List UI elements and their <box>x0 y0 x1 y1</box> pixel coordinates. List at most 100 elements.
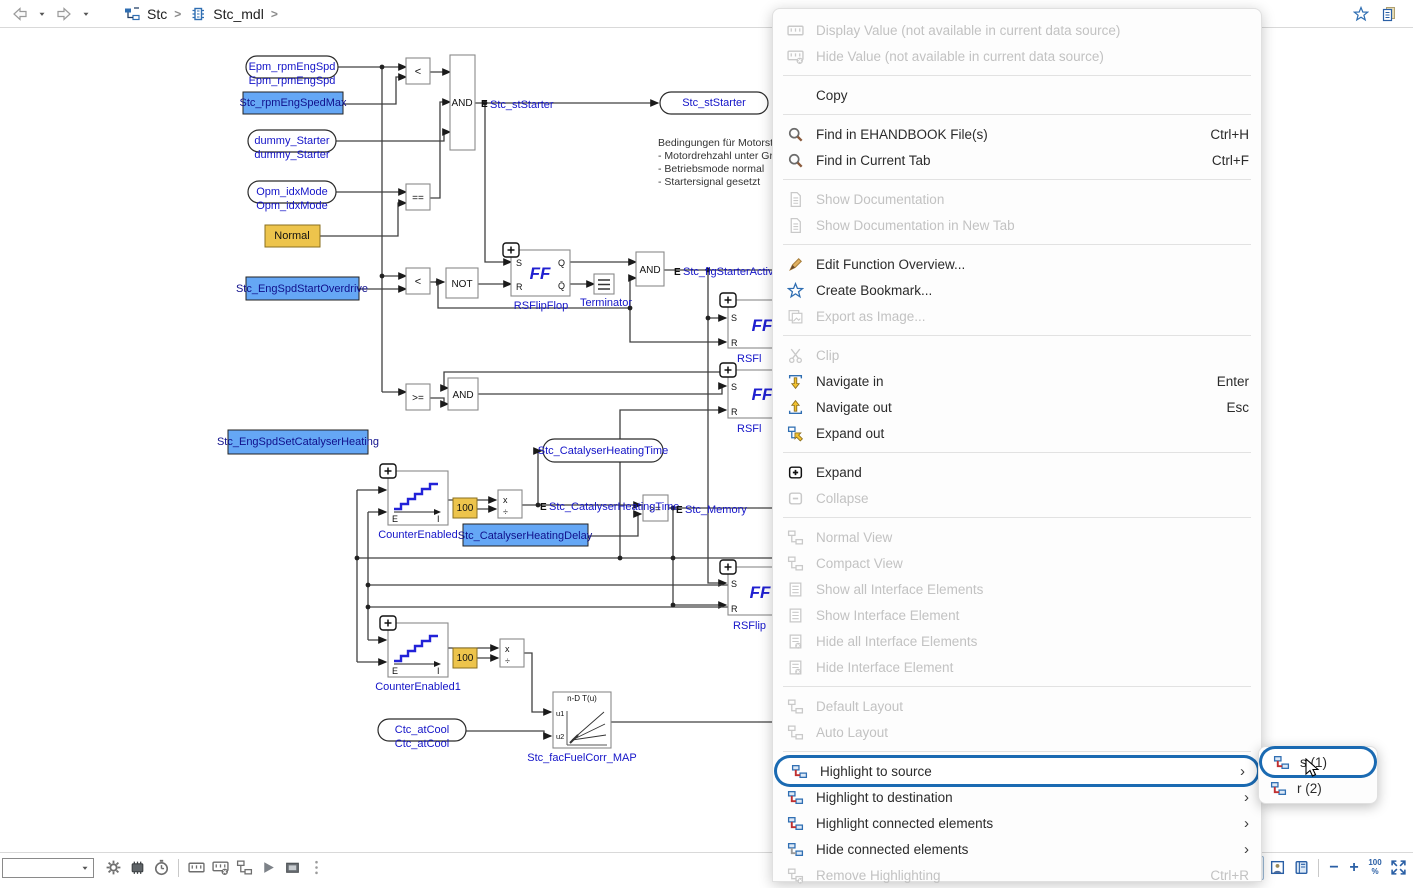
menu-item-edit-function-overview[interactable]: Edit Function Overview... <box>773 251 1261 277</box>
breadcrumb-item-stc[interactable]: Stc <box>147 6 167 22</box>
menu-item-highlight-to-source[interactable]: Highlight to source › <box>777 758 1257 784</box>
back-icon[interactable] <box>10 4 30 24</box>
menu-item-expand[interactable]: Expand <box>773 459 1261 485</box>
menu-item-hide-connected-elements[interactable]: Hide connected elements › <box>773 836 1261 862</box>
logic-and-1[interactable]: AND <box>450 55 475 150</box>
interface-list-hide-icon <box>786 659 804 676</box>
menu-item-show-documentation-new-tab: Show Documentation in New Tab <box>773 212 1261 238</box>
block-lookup-map[interactable]: n-D T(u) u1 u2 Stc_facFuelCorr_MAP <box>527 692 636 764</box>
menu-item-find-in-current-tab[interactable]: Find in Current Tab Ctrl+F <box>773 147 1261 173</box>
outport-stc-catalyserheatingtime[interactable]: Stc_CatalyserHeatingTime <box>538 439 668 462</box>
svg-text:Stc_CatalyserHeatingTime: Stc_CatalyserHeatingTime <box>549 501 679 513</box>
menu-item-show-interface-element: Show Interface Element <box>773 602 1261 628</box>
display-value-toolbar-icon[interactable] <box>185 857 207 879</box>
relational-lt-2[interactable]: < <box>406 268 430 294</box>
breadcrumb-item-stc-mdl[interactable]: Stc_mdl <box>213 6 264 22</box>
svg-text:Stc_EngSpdSetCatalyserHeating: Stc_EngSpdSetCatalyserHeating <box>217 436 379 448</box>
svg-text:S: S <box>731 579 737 589</box>
logic-and-2[interactable]: AND <box>448 378 478 410</box>
block-counterenabled[interactable]: E I CounterEnabled <box>378 464 458 541</box>
svg-text:- Motordrehzahl unter Grenz: - Motordrehzahl unter Grenz <box>658 150 790 162</box>
constant-100-a[interactable]: 100 <box>453 498 477 518</box>
display-value-icon <box>786 22 804 39</box>
annotation-motorstart: Bedingungen für Motorstart: - Motordrehz… <box>658 137 790 188</box>
hide-value-toolbar-icon[interactable] <box>209 857 231 879</box>
menu-item-highlight-connected-elements[interactable]: Highlight connected elements › <box>773 810 1261 836</box>
display-values-diagram-icon[interactable] <box>233 857 255 879</box>
forward-dropdown-icon[interactable] <box>76 4 96 24</box>
menu-item-navigate-out[interactable]: Navigate out Esc <box>773 394 1261 420</box>
navigate-in-icon <box>786 373 804 390</box>
svg-text:RSFlip: RSFlip <box>733 620 766 632</box>
svg-text:FF: FF <box>752 385 773 404</box>
outport-stc-ststarter[interactable]: Stc_stStarter <box>660 92 768 114</box>
inport-dummy-starter[interactable]: dummy_Starter dummy_Starter <box>248 130 336 161</box>
svg-text:- Betriebsmode normal: - Betriebsmode normal <box>658 163 764 175</box>
menu-item-highlight-to-destination[interactable]: Highlight to destination › <box>773 784 1261 810</box>
signal-label-catalyserheatingtime[interactable]: E Stc_CatalyserHeatingTime <box>540 501 679 513</box>
bookmark-star-icon[interactable] <box>1351 4 1371 24</box>
copy-document-icon[interactable] <box>1379 4 1399 24</box>
constant-normal[interactable]: Normal <box>265 225 320 247</box>
instrument-panel-icon[interactable] <box>281 857 303 879</box>
shortcut: Ctrl+F <box>1212 153 1249 168</box>
block-muldiv-1[interactable]: x ÷ <box>498 490 522 518</box>
menu-item-navigate-in[interactable]: Navigate in Enter <box>773 368 1261 394</box>
zoom-in-button[interactable]: + <box>1344 859 1364 877</box>
ecu-icon[interactable] <box>126 857 148 879</box>
svg-text:AND: AND <box>639 265 660 276</box>
block-counterenabled1[interactable]: E I CounterEnabled1 <box>375 616 461 693</box>
svg-text:==: == <box>412 193 424 204</box>
bottom-dropdown[interactable] <box>2 858 94 878</box>
inport-epm-rpmengspd[interactable]: Epm_rpmEngSpd Epm_rpmEngSpd <box>246 56 338 87</box>
logic-and-3[interactable]: AND <box>636 252 664 286</box>
zoom-100-button[interactable]: 100 % <box>1364 859 1386 876</box>
svg-text:E: E <box>676 505 683 516</box>
ehandbook-panel-icon[interactable] <box>1290 857 1312 879</box>
svg-text:u1: u1 <box>556 709 564 718</box>
zoom-out-button[interactable]: − <box>1324 859 1344 877</box>
constant-100-b[interactable]: 100 <box>453 648 477 668</box>
menu-item-create-bookmark[interactable]: Create Bookmark... <box>773 277 1261 303</box>
param-stc-rpmengspedmax[interactable]: Stc_rpmEngSpedMax <box>240 92 347 114</box>
menu-item-copy[interactable]: Copy <box>773 82 1261 108</box>
fit-to-screen-icon[interactable] <box>1387 857 1409 879</box>
stopwatch-icon[interactable] <box>150 857 172 879</box>
gear-icon[interactable] <box>102 857 124 879</box>
param-stc-catalyserheatingdelay[interactable]: Stc_CatalyserHeatingDelay <box>458 524 593 546</box>
signal-label-stc-memory[interactable]: E Stc_Memory <box>676 504 747 516</box>
signal-label-ststarter[interactable]: E Stc_stStarter <box>481 99 554 111</box>
block-rsflipflop[interactable]: S R Q Q̄ FF RSFlipFlop <box>503 243 570 312</box>
svg-text:E: E <box>392 514 398 524</box>
image-panel-icon[interactable] <box>1266 857 1288 879</box>
block-muldiv-2[interactable]: x ÷ <box>500 639 524 667</box>
signal-label-flgstarteractive[interactable]: E Stc_flgStarterActive <box>674 266 780 278</box>
logic-not[interactable]: NOT <box>446 268 478 298</box>
highlight-source-icon <box>790 763 808 780</box>
search-icon <box>786 126 804 143</box>
back-dropdown-icon[interactable] <box>32 4 52 24</box>
relational-eq[interactable]: == <box>406 184 430 210</box>
menu-separator <box>783 179 1251 180</box>
play-icon[interactable] <box>257 857 279 879</box>
relational-lt-1[interactable]: < <box>406 58 430 84</box>
more-options-icon[interactable] <box>305 857 327 879</box>
svg-text:AND: AND <box>452 390 473 401</box>
svg-text:E: E <box>481 99 488 110</box>
svg-text:- Startersignal gesetzt: - Startersignal gesetzt <box>658 176 760 188</box>
interface-list-hide-icon <box>786 633 804 650</box>
menu-item-find-in-ehandbook-files[interactable]: Find in EHANDBOOK File(s) Ctrl+H <box>773 121 1261 147</box>
document-icon <box>786 191 804 208</box>
param-stc-engspdsetcatalyserheating[interactable]: Stc_EngSpdSetCatalyserHeating <box>217 430 379 454</box>
expand-badge-icon <box>720 560 736 574</box>
hide-connected-icon <box>786 841 804 858</box>
inport-opm-idxmode[interactable]: Opm_idxMode Opm_idxMode <box>248 181 336 212</box>
shortcut: Enter <box>1217 374 1249 389</box>
param-stc-engspdstartoverdrive[interactable]: Stc_EngSpdStartOverdrive <box>236 277 368 300</box>
menu-item-expand-out[interactable]: Expand out <box>773 420 1261 446</box>
relational-ge-1[interactable]: >= <box>406 384 430 410</box>
svg-text:E: E <box>540 502 547 513</box>
forward-icon[interactable] <box>54 4 74 24</box>
block-terminator[interactable]: Terminator <box>580 274 632 309</box>
inport-ctc-atcool[interactable]: Ctc_atCool Ctc_atCool <box>378 719 466 750</box>
